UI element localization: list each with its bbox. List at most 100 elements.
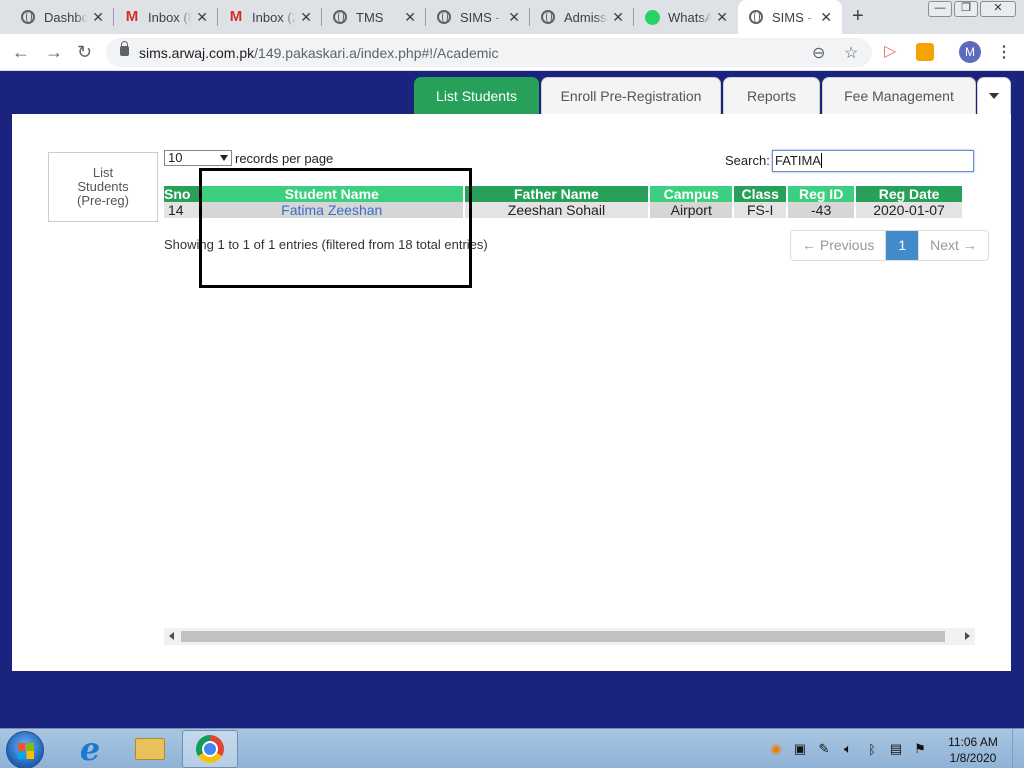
url-text: sims.arwaj.com.pk/149.pakaskari.a/index.… (139, 45, 499, 61)
action-center-flag-icon[interactable]: ⚑ (912, 741, 928, 757)
browser-tab-sims[interactable]: SIMS - ✕ (426, 0, 530, 34)
start-button[interactable] (6, 731, 44, 768)
students-table: Sno Student Name Father Name Campus Clas… (164, 186, 964, 218)
globe-icon (748, 9, 764, 25)
horizontal-scrollbar[interactable] (164, 628, 975, 645)
cell-reg-id: -43 (787, 202, 857, 218)
scrollbar-thumb[interactable] (181, 631, 945, 642)
browser-tab-strip: Dashboard ✕ M Inbox (8) ✕ M Inbox (2) ✕ … (0, 0, 1024, 34)
browser-tab-inbox-1[interactable]: M Inbox (8) ✕ (114, 0, 218, 34)
close-icon[interactable]: ✕ (612, 9, 624, 25)
next-button[interactable]: Next → (919, 231, 988, 260)
globe-icon (436, 9, 452, 25)
column-header-reg-date[interactable]: Reg Date (855, 186, 964, 202)
taskbar-clock[interactable]: 11:06 AM 1/8/2020 (940, 734, 1006, 766)
window-close-icon[interactable]: ✕ (980, 1, 1016, 17)
clock-time: 11:06 AM (948, 735, 998, 749)
column-header-student-name[interactable]: Student Name (199, 186, 465, 202)
profile-avatar[interactable]: M (959, 41, 981, 63)
chrome-taskbar-button[interactable] (182, 730, 238, 768)
list-students-prereg-button[interactable]: List Students (Pre-reg) (48, 152, 158, 222)
globe-icon (332, 9, 348, 25)
close-icon[interactable]: ✕ (716, 9, 728, 25)
new-tab-icon[interactable]: + (852, 6, 864, 26)
table-row: 14 Fatima Zeeshan Zeeshan Sohail Airport… (164, 202, 964, 218)
page-length-control: 10 records per page (164, 150, 333, 166)
page-length-select[interactable]: 10 (164, 150, 232, 166)
button-label-line: List (92, 165, 114, 180)
browser-toolbar: ← → ↻ sims.arwaj.com.pk/149.pakaskari.a/… (0, 34, 1024, 71)
cell-campus: Airport (649, 202, 735, 218)
extension-icon[interactable] (916, 43, 934, 61)
browser-tab-dashboard[interactable]: Dashboard ✕ (10, 0, 114, 34)
chrome-icon (196, 735, 224, 763)
browser-menu-icon[interactable]: ⋮ (996, 42, 1012, 62)
address-bar[interactable]: sims.arwaj.com.pk/149.pakaskari.a/index.… (106, 38, 872, 67)
system-tray: ◉ ▣ ✎ 🔈︎ ᛒ ▤ ⚑ (768, 739, 928, 759)
volume-icon[interactable]: 🔈︎ (840, 741, 856, 757)
close-icon[interactable]: ✕ (820, 9, 832, 25)
browser-tab-title: SIMS - (772, 9, 812, 25)
zoom-icon[interactable]: ⊖ (812, 43, 825, 63)
tab-enroll-pre-registration[interactable]: Enroll Pre-Registration (541, 77, 721, 114)
page-length-label: records per page (235, 150, 334, 166)
bookmark-star-icon[interactable]: ☆ (844, 43, 858, 63)
close-icon[interactable]: ✕ (404, 9, 416, 25)
bluetooth-icon[interactable]: ᛒ (864, 742, 880, 757)
browser-tab-title: Dashboard (44, 9, 88, 25)
chevron-down-icon (989, 93, 999, 99)
network-drive-icon[interactable]: ▣ (792, 741, 808, 757)
scroll-left-icon[interactable] (169, 632, 174, 640)
gmail-icon: M (229, 8, 243, 25)
avast-icon[interactable]: ◉ (768, 741, 784, 757)
close-icon[interactable]: ✕ (300, 9, 312, 25)
button-label-line: (Pre-reg) (76, 193, 129, 208)
browser-tab-admission[interactable]: Admission ✕ (530, 0, 634, 34)
browser-tab-title: Inbox (8) (148, 9, 192, 25)
cell-class: FS-I (733, 202, 789, 218)
column-header-reg-id[interactable]: Reg ID (787, 186, 857, 202)
column-header-father-name[interactable]: Father Name (463, 186, 651, 202)
column-header-class[interactable]: Class (733, 186, 789, 202)
cell-reg-date: 2020-01-07 (855, 202, 964, 218)
page-1-button[interactable]: 1 (886, 231, 920, 260)
extension-cast-icon[interactable]: ▷ (884, 43, 902, 61)
browser-tab-whatsapp[interactable]: WhatsApp ✕ (634, 0, 738, 34)
content-panel: List Students (Pre-reg) 10 records per p… (12, 114, 1011, 671)
column-header-sno[interactable]: Sno (164, 186, 201, 202)
page: List Students Enroll Pre-Registration Re… (0, 71, 1024, 728)
file-explorer-icon[interactable] (122, 730, 178, 768)
tab-fee-management[interactable]: Fee Management (822, 77, 976, 114)
show-desktop-button[interactable] (1012, 729, 1024, 768)
button-label-line: Students (77, 179, 129, 194)
tab-list-students[interactable]: List Students (414, 77, 539, 114)
restore-icon[interactable]: ❐ (954, 1, 978, 17)
search-input[interactable]: FATIMA (772, 150, 974, 172)
browser-tab-tms[interactable]: TMS ✕ (322, 0, 426, 34)
tab-reports[interactable]: Reports (723, 77, 820, 114)
minimize-icon[interactable]: — (928, 1, 952, 17)
back-icon[interactable]: ← (12, 42, 30, 62)
page-length-value: 10 (168, 150, 183, 165)
close-icon[interactable]: ✕ (92, 9, 104, 25)
previous-button[interactable]: ← Previous (791, 231, 887, 260)
browser-tab-title: WhatsApp (668, 9, 712, 25)
network-icon[interactable]: ▤ (888, 741, 904, 757)
scroll-right-icon[interactable] (965, 632, 970, 640)
browser-tab-sims-active[interactable]: SIMS - ✕ (738, 0, 842, 34)
close-icon[interactable]: ✕ (508, 9, 520, 25)
internet-explorer-icon[interactable]: e (62, 730, 118, 768)
nav-more-dropdown[interactable] (977, 77, 1011, 114)
chevron-down-icon (220, 155, 228, 161)
browser-tab-title: Admission (564, 9, 608, 25)
cell-sno: 14 (164, 202, 201, 218)
reload-icon[interactable]: ↻ (77, 42, 92, 62)
input-method-icon[interactable]: ✎ (816, 741, 832, 757)
browser-tab-inbox-2[interactable]: M Inbox (2) ✕ (218, 0, 322, 34)
student-name-link[interactable]: Fatima Zeeshan (199, 202, 465, 218)
pagination: ← Previous 1 Next → (790, 230, 989, 261)
close-icon[interactable]: ✕ (196, 9, 208, 25)
forward-icon[interactable]: → (45, 42, 63, 62)
column-header-campus[interactable]: Campus (649, 186, 735, 202)
table-info: Showing 1 to 1 of 1 entries (filtered fr… (164, 237, 488, 252)
